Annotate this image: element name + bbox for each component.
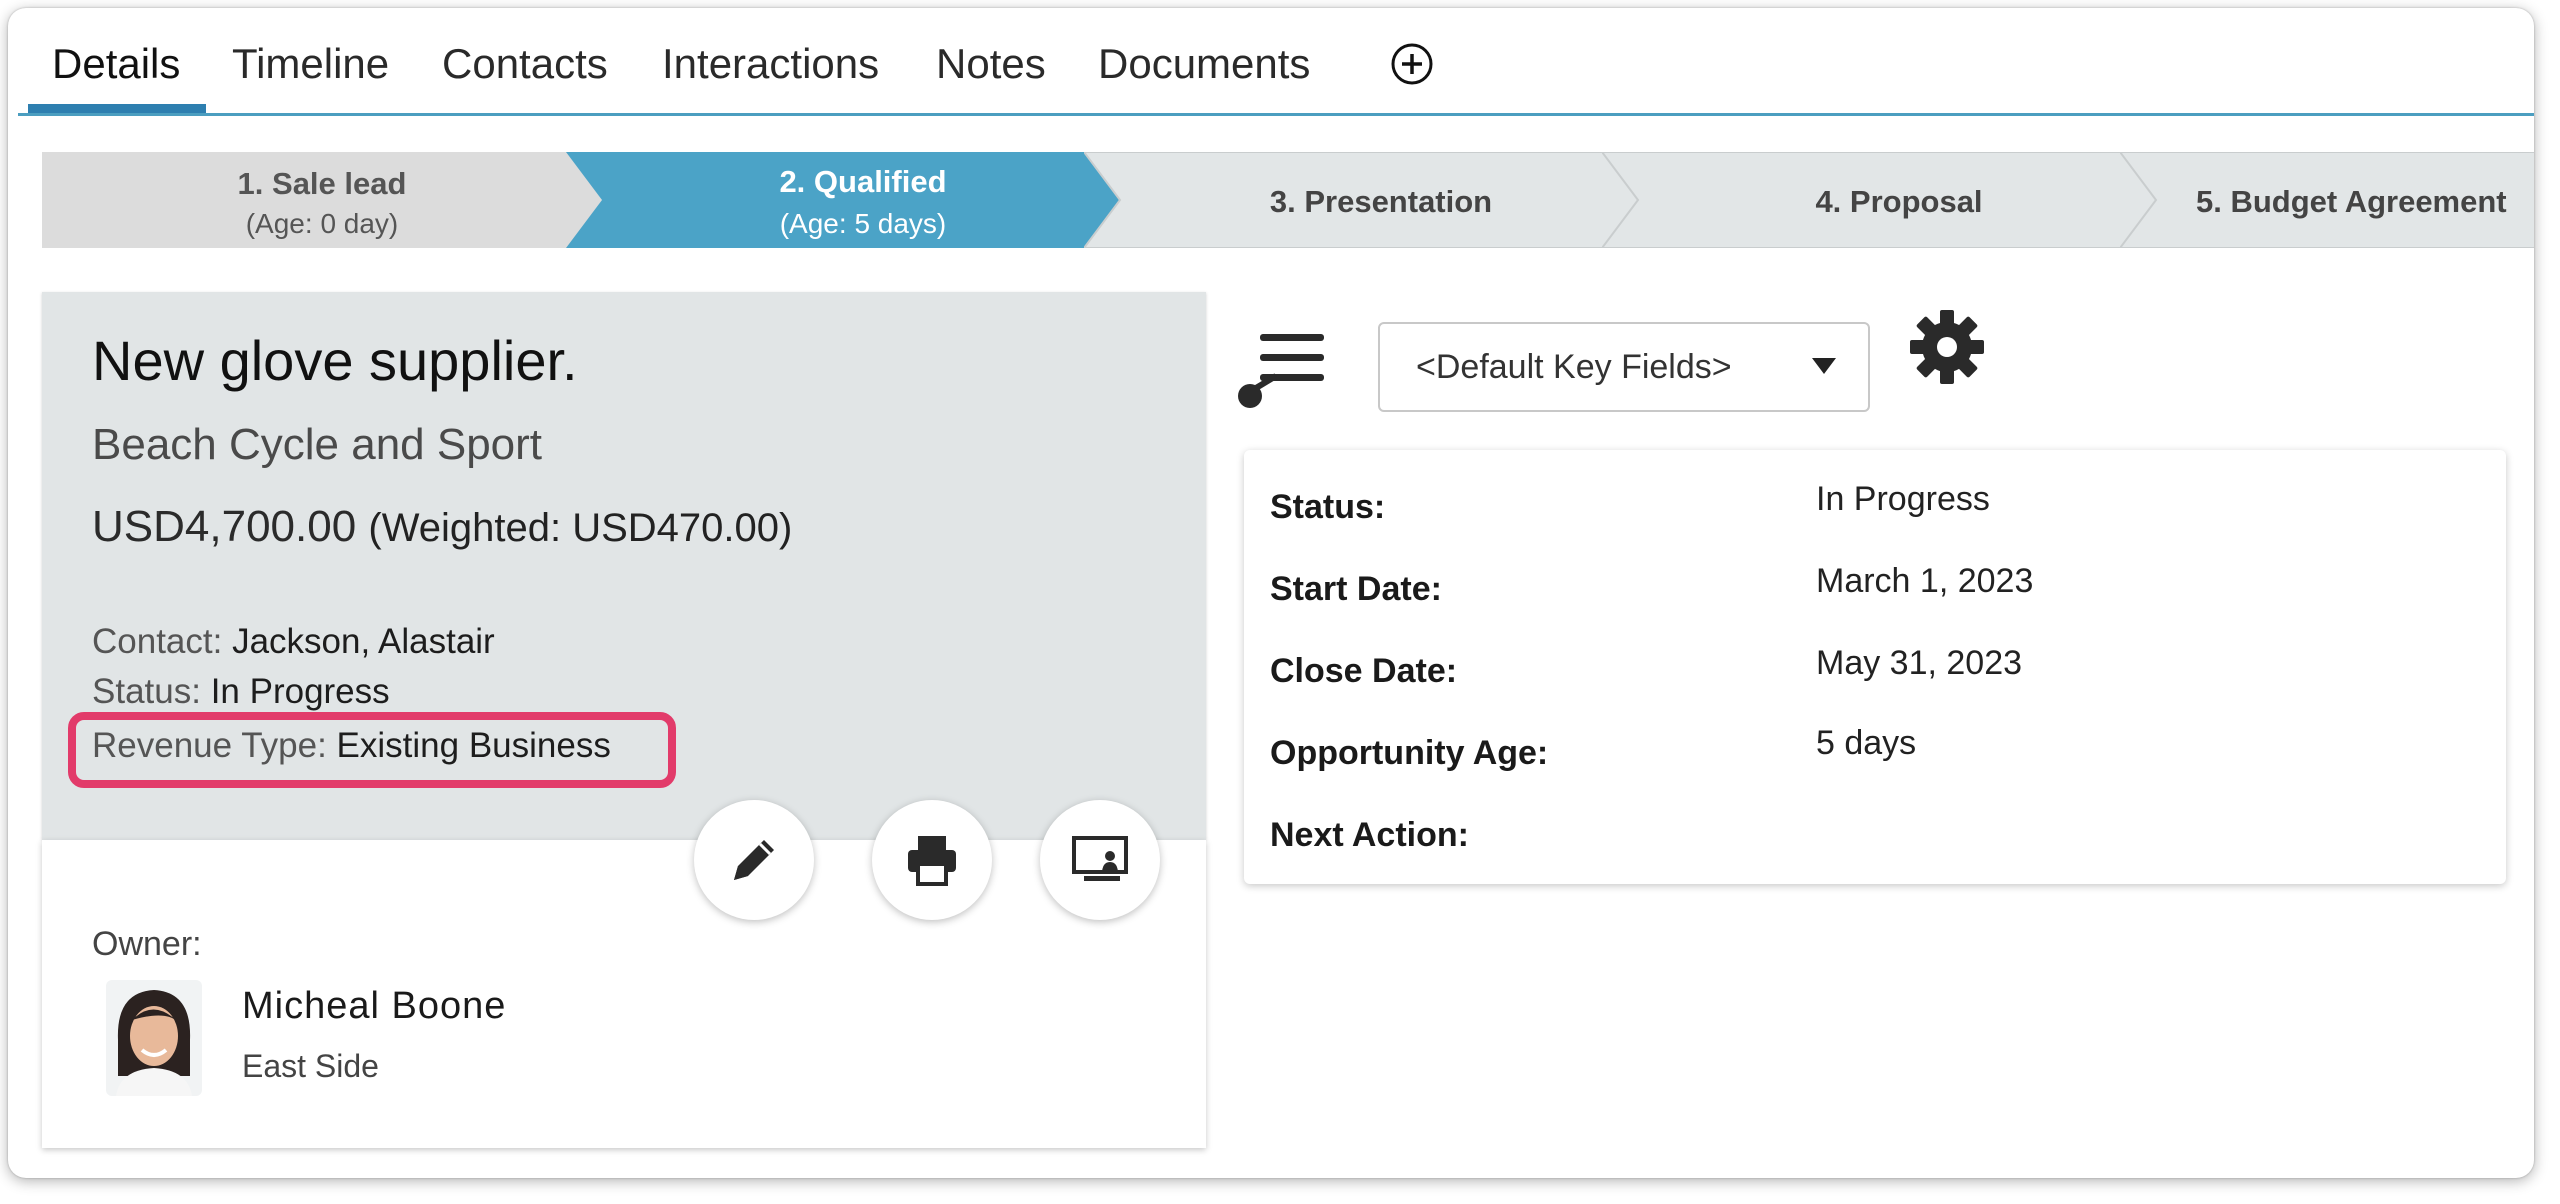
opportunity-amount: USD4,700.00 (Weighted: USD470.00) <box>92 502 792 552</box>
stage-name: 3. Presentation <box>1269 184 1493 219</box>
stage-qualified[interactable]: 2. Qualified (Age: 5 days) <box>566 152 1160 248</box>
key-field-label: Close Date: <box>1270 652 1458 690</box>
tab-interactions[interactable]: Interactions <box>662 40 879 88</box>
contact-line: Contact: Jackson, Alastair <box>92 622 495 662</box>
contact-value[interactable]: Jackson, Alastair <box>232 622 495 661</box>
avatar[interactable] <box>106 980 202 1096</box>
present-button[interactable] <box>1040 800 1160 920</box>
edit-pencil-icon <box>734 840 774 880</box>
owner-avatar-image <box>106 980 202 1096</box>
contact-label: Contact: <box>92 622 223 661</box>
tab-contacts[interactable]: Contacts <box>442 40 608 88</box>
tab-bar: Details Timeline Contacts Interactions N… <box>18 22 2534 116</box>
print-button[interactable] <box>872 800 992 920</box>
revenue-type-highlight <box>68 712 676 788</box>
edit-button[interactable] <box>694 800 814 920</box>
stage-name: 4. Proposal <box>1815 184 1983 219</box>
tab-documents[interactable]: Documents <box>1098 40 1310 88</box>
key-field-value: In Progress <box>1816 480 1990 518</box>
status-line: Status: In Progress <box>92 672 390 712</box>
key-field-label: Status: <box>1270 488 1386 526</box>
stage-name: 2. Qualified <box>779 164 947 199</box>
key-fields-selected: <Default Key Fields> <box>1416 348 1732 386</box>
stage-presentation[interactable]: 3. Presentation <box>1084 152 1678 248</box>
presentation-icon <box>1072 836 1128 881</box>
tab-details[interactable]: Details <box>52 40 180 88</box>
weighted-amount: (Weighted: USD470.00) <box>368 506 793 550</box>
owner-label: Owner: <box>92 925 202 963</box>
stage-age: (Age: 5 days) <box>779 208 947 239</box>
tab-notes[interactable]: Notes <box>936 40 1046 88</box>
amount-value: USD4,700.00 <box>92 502 357 551</box>
stage-name: 1. Sale lead <box>237 166 407 201</box>
opportunity-title: New glove supplier. <box>92 329 578 392</box>
gear-icon[interactable] <box>1908 308 1986 386</box>
status-label: Status: <box>92 672 201 711</box>
stage-age: (Age: 0 day) <box>245 208 399 239</box>
stage-sale-lead[interactable]: 1. Sale lead (Age: 0 day) <box>42 152 602 248</box>
stage-name: 5. Budget Agreement <box>2196 184 2507 219</box>
key-fields-dropdown[interactable]: <Default Key Fields> <box>1378 322 1870 412</box>
caret-down-icon <box>1812 358 1836 374</box>
key-field-label: Next Action: <box>1270 816 1469 854</box>
opportunity-summary: New glove supplier. Beach Cycle and Spor… <box>42 292 1206 840</box>
sales-stage-bar: 1. Sale lead (Age: 0 day) 2. Qualified (… <box>42 152 2534 248</box>
key-field-label: Start Date: <box>1270 570 1442 608</box>
key-field-value: May 31, 2023 <box>1816 644 2023 682</box>
key-field-value: March 1, 2023 <box>1816 562 2034 600</box>
active-tab-indicator <box>28 104 206 113</box>
add-tab-icon[interactable] <box>1390 42 1434 86</box>
key-fields-panel: Status: In Progress Start Date: March 1,… <box>1244 450 2506 884</box>
window-frame: Details Timeline Contacts Interactions N… <box>8 8 2534 1178</box>
stage-proposal[interactable]: 4. Proposal <box>1602 152 2196 248</box>
key-field-label: Opportunity Age: <box>1270 734 1549 772</box>
status-value: In Progress <box>210 672 390 711</box>
key-field-value: 5 days <box>1816 724 1917 762</box>
stage-budget-agreement[interactable]: 5. Budget Agreement <box>2120 152 2534 248</box>
print-icon <box>908 836 956 886</box>
owner-location: East Side <box>242 1048 379 1084</box>
account-name[interactable]: Beach Cycle and Sport <box>92 420 542 470</box>
tab-timeline[interactable]: Timeline <box>232 40 389 88</box>
owner-name[interactable]: Micheal Boone <box>242 985 506 1028</box>
key-fields-icon[interactable] <box>1234 326 1330 418</box>
owner-section: Owner: Micheal Boone East Side <box>42 840 1206 1148</box>
